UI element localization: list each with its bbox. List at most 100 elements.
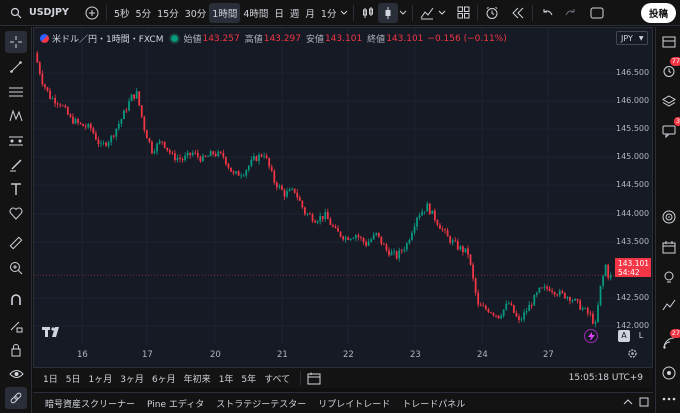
alert-clock-icon[interactable] <box>482 3 502 23</box>
tab-pine-editor[interactable]: Pine エディタ <box>141 397 210 410</box>
zoom-in-icon[interactable] <box>5 257 27 279</box>
range-1y[interactable]: 1年 <box>215 372 238 385</box>
clock-label[interactable]: 15:05:18 UTC+9 <box>565 373 647 383</box>
brush-tool-icon[interactable] <box>5 154 27 176</box>
candle-type-icon[interactable] <box>378 2 399 23</box>
candle <box>128 97 130 112</box>
legend-title[interactable]: 米ドル／円・1時間・FXCM <box>52 32 163 45</box>
candle <box>484 304 487 311</box>
tab-strategy-tester[interactable]: ストラテジーテスター <box>210 397 312 410</box>
candle <box>395 250 398 260</box>
pattern-tool-icon[interactable] <box>5 105 27 127</box>
trend-line-tool-icon[interactable] <box>5 56 27 78</box>
signals-icon[interactable]: 27 <box>659 329 680 352</box>
date-range-icon[interactable] <box>307 372 321 385</box>
magnet-icon[interactable] <box>5 289 27 311</box>
candle <box>556 293 559 297</box>
candle <box>125 107 128 114</box>
calendar-icon[interactable] <box>659 237 678 256</box>
currency-select[interactable]: JPY ▼ <box>616 31 648 45</box>
auto-scale-button[interactable]: A <box>618 330 630 342</box>
collapse-panel-icon[interactable] <box>623 398 633 406</box>
lock-icon[interactable] <box>5 339 27 361</box>
settings-gear-icon[interactable] <box>627 348 638 359</box>
range-1m[interactable]: 1ヶ月 <box>84 372 116 385</box>
interval-15m[interactable]: 15分 <box>154 3 182 23</box>
candle <box>383 242 385 245</box>
candle <box>263 152 265 159</box>
range-3m[interactable]: 3ヶ月 <box>116 372 148 385</box>
fullscreen-icon[interactable] <box>587 3 607 23</box>
trade-chart-icon[interactable] <box>659 295 678 314</box>
add-symbol-icon[interactable] <box>82 3 102 23</box>
ruler-icon[interactable] <box>5 232 27 254</box>
crosshair-tool-icon[interactable] <box>5 31 27 53</box>
range-5d[interactable]: 5日 <box>62 372 85 385</box>
date-tick-label: 16 <box>77 350 88 360</box>
interval-day[interactable]: 日 <box>271 3 287 23</box>
candle <box>87 122 90 129</box>
log-scale-button[interactable]: L <box>635 330 647 342</box>
tab-trade-panel[interactable]: トレードパネル <box>396 397 471 410</box>
interval-4h[interactable]: 4時間 <box>240 3 271 23</box>
interval-1h[interactable]: 1時間 <box>209 2 241 23</box>
text-tool-icon[interactable] <box>5 178 27 200</box>
layers-icon[interactable] <box>659 91 678 110</box>
chevron-down-icon[interactable] <box>339 3 349 23</box>
fib-tool-icon[interactable] <box>5 81 27 103</box>
ideas-icon[interactable] <box>659 267 678 286</box>
divider <box>477 4 479 21</box>
chevron-down-icon[interactable] <box>398 3 408 23</box>
range-1d[interactable]: 1日 <box>39 372 62 385</box>
link-icon[interactable] <box>5 387 27 409</box>
redo-icon[interactable] <box>561 3 581 23</box>
range-ytd[interactable]: 年初来 <box>180 372 215 385</box>
candle <box>462 245 464 256</box>
interval-5s[interactable]: 5秒 <box>111 3 133 23</box>
tab-replay-trade[interactable]: リプレイトレード <box>312 397 396 410</box>
help-icon[interactable] <box>659 363 678 382</box>
range-all[interactable]: すべて <box>260 372 294 385</box>
range-6m[interactable]: 6ヶ月 <box>148 372 180 385</box>
range-5y[interactable]: 5年 <box>237 372 260 385</box>
candle <box>296 189 299 201</box>
candle <box>74 117 77 125</box>
chevron-down-icon[interactable] <box>437 3 447 23</box>
post-button[interactable]: 投稿 <box>640 3 676 23</box>
maximize-panel-icon[interactable] <box>639 397 649 407</box>
candle <box>569 296 571 305</box>
chat-icon[interactable]: 3 <box>659 117 680 140</box>
target-icon[interactable] <box>659 207 678 226</box>
alerts-icon[interactable]: 77 <box>659 57 680 80</box>
chart-pane[interactable]: 米ドル／円・1時間・FXCM 始値 143.257 高値 143.297 安値 143… <box>33 27 653 368</box>
bar-chart-type-icon[interactable] <box>358 3 378 23</box>
candle <box>421 208 424 216</box>
eye-icon[interactable] <box>5 363 27 385</box>
more-icon[interactable] <box>659 389 678 408</box>
interval-month[interactable]: 月 <box>302 3 318 23</box>
right-sidebar: 77 3 27 <box>655 27 680 413</box>
search-icon[interactable] <box>6 3 26 23</box>
prediction-tool-icon[interactable] <box>5 130 27 152</box>
candle <box>487 307 490 314</box>
tab-crypto-screener[interactable]: 暗号資産スクリーナー <box>39 397 141 410</box>
heart-icon[interactable] <box>5 202 27 224</box>
candle <box>607 263 610 281</box>
interval-1m[interactable]: 1分 <box>318 3 340 23</box>
candle <box>130 93 133 102</box>
symbol-label[interactable]: USDJPY <box>26 3 82 23</box>
candlestick-chart[interactable] <box>34 28 654 369</box>
stay-drawing-icon[interactable] <box>5 315 27 337</box>
interval-30m[interactable]: 30分 <box>182 3 210 23</box>
candle <box>135 88 138 100</box>
watchlist-icon[interactable] <box>659 32 678 51</box>
layout-grid-icon[interactable] <box>453 3 473 23</box>
interval-week[interactable]: 週 <box>287 3 303 23</box>
alerts-badge: 77 <box>669 57 680 66</box>
undo-icon[interactable] <box>537 3 557 23</box>
indicators-icon[interactable] <box>417 3 437 23</box>
interval-5m[interactable]: 5分 <box>133 3 155 23</box>
replay-icon[interactable] <box>508 3 528 23</box>
lightning-icon[interactable] <box>584 329 598 343</box>
candle <box>334 224 337 229</box>
